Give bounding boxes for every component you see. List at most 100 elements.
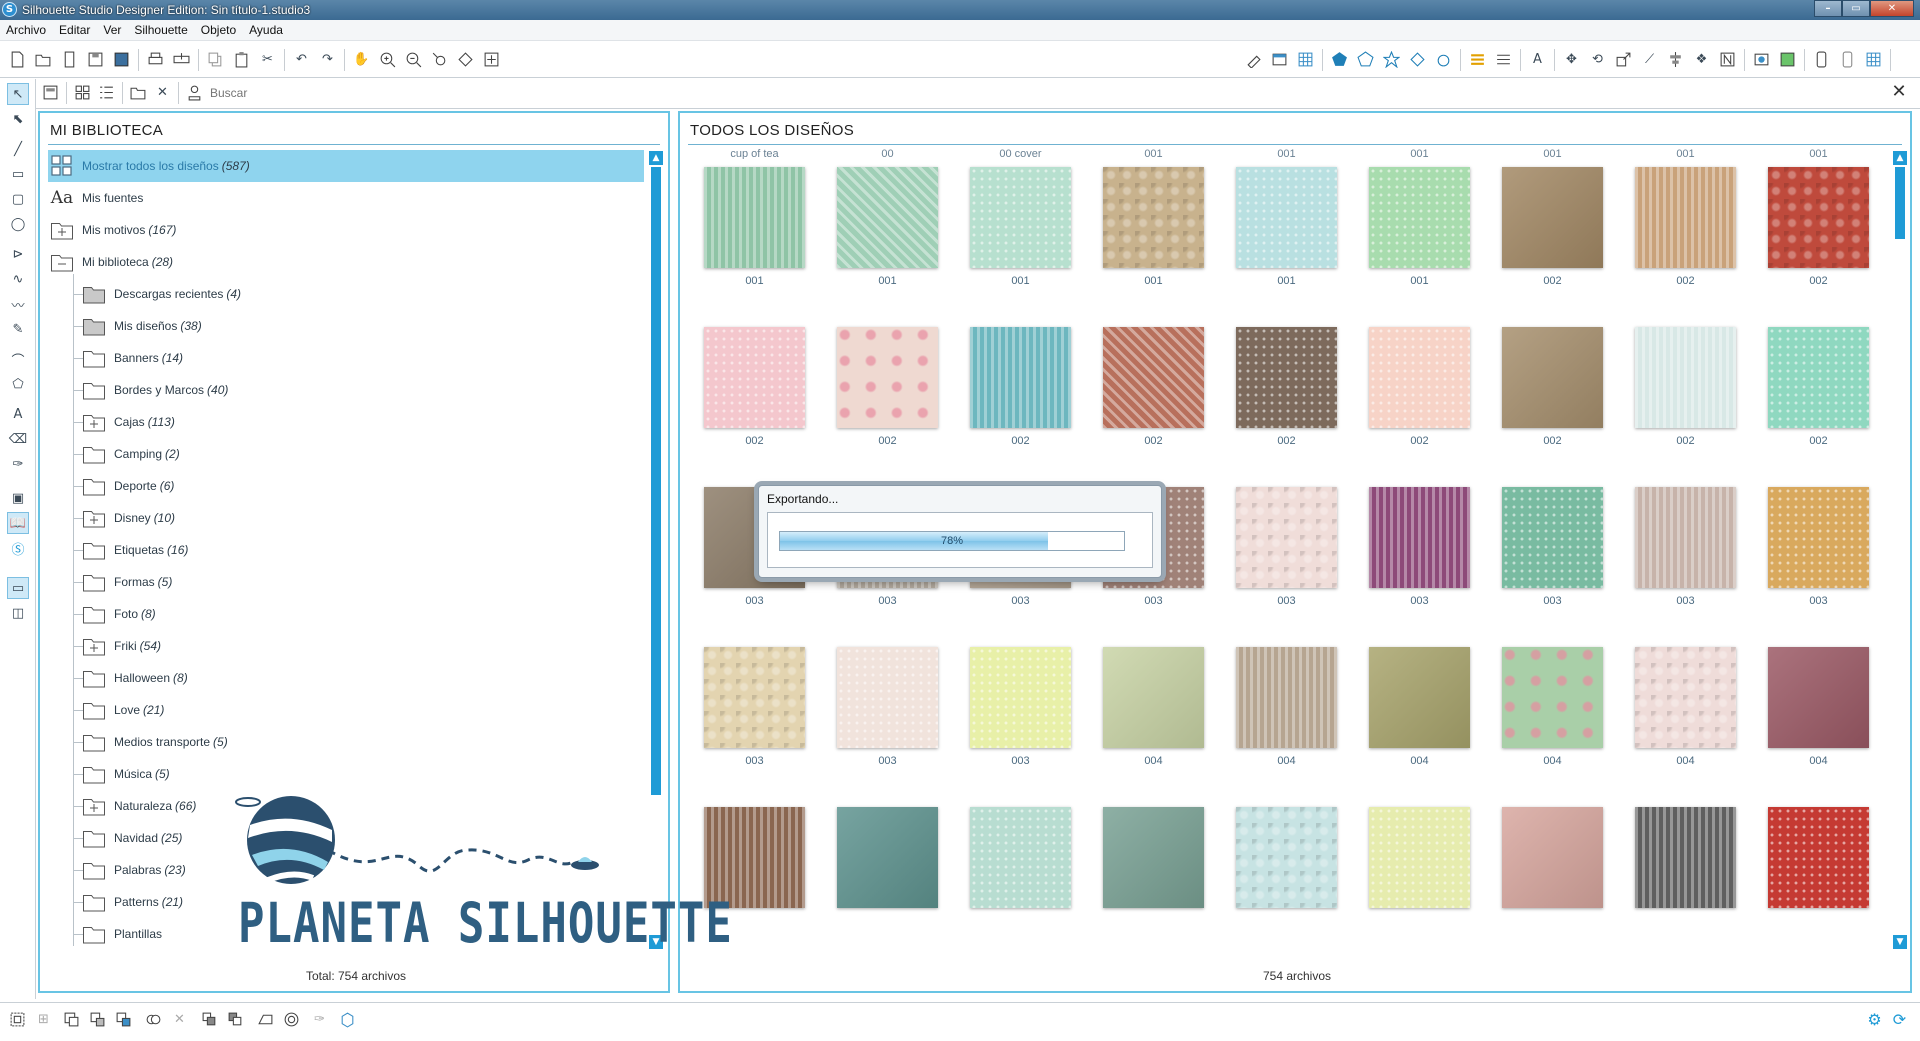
design-thumbnail[interactable] [970,807,1071,908]
design-thumbnail[interactable] [1369,487,1470,588]
design-tile[interactable]: 002 [1752,149,1884,309]
eraser-tool-left-icon[interactable]: ⌫ [7,428,29,450]
rectangle-tool-icon[interactable]: ▭ [7,163,29,185]
design-tile[interactable]: 001 [954,149,1087,309]
design-thumbnail[interactable] [970,167,1071,268]
knife-bottom-icon[interactable]: ✑ [309,1009,330,1030]
folder-deporte[interactable]: Deporte (6) [80,470,640,502]
line-style-icon[interactable] [1467,49,1488,70]
cut-settings-icon[interactable] [1837,49,1858,70]
design-tile[interactable]: 002 [1619,309,1752,469]
ungroup-icon[interactable]: ⊞ [33,1009,54,1030]
design-thumbnail[interactable] [1635,487,1736,588]
folder-camping[interactable]: Camping (2) [80,438,640,470]
design-thumbnail[interactable] [1768,167,1869,268]
design-thumbnail[interactable] [1369,167,1470,268]
folder-foto[interactable]: Foto (8) [80,598,640,630]
single-panel-icon[interactable]: ▭ [7,577,29,599]
design-thumbnail[interactable] [704,647,805,748]
line-pentagon-icon[interactable] [1355,49,1376,70]
zoom-in-icon[interactable] [377,49,398,70]
design-thumbnail[interactable] [837,167,938,268]
folder-mis-dise-os[interactable]: Mis diseños (38) [80,310,640,342]
line-thickness-icon[interactable] [1493,49,1514,70]
folder-friki[interactable]: Friki (54) [80,630,640,662]
design-thumbnail[interactable] [1502,167,1603,268]
design-thumbnail[interactable] [1635,807,1736,908]
regular-polygon-icon[interactable]: ⬠ [7,373,29,395]
design-tile[interactable]: 004 [1486,629,1619,789]
send-icon[interactable] [1811,49,1832,70]
copy-icon[interactable] [205,49,226,70]
design-thumbnail[interactable] [1369,807,1470,908]
design-tile[interactable]: 002 [688,309,821,469]
store-icon[interactable]: Ⓢ [7,537,29,559]
menu-objeto[interactable]: Objeto [201,23,236,37]
folder-halloween[interactable]: Halloween (8) [80,662,640,694]
design-tile[interactable] [954,789,1087,949]
design-tile[interactable]: 001 [1087,149,1220,309]
save-library-icon[interactable] [111,49,132,70]
design-thumbnail[interactable] [1502,807,1603,908]
open-template-icon[interactable] [59,49,80,70]
gradient-star-icon[interactable] [1381,49,1402,70]
curve-tool-icon[interactable]: ∿ [7,268,29,290]
minimize-button[interactable]: – [1814,0,1842,17]
library-scroll-thumb[interactable] [651,167,661,795]
pan-hand-icon[interactable]: ✋ [351,49,372,70]
design-thumbnail[interactable] [1236,647,1337,748]
open-folder-icon[interactable] [33,49,54,70]
design-tile[interactable]: 001 [1353,149,1486,309]
scroll-down-arrow-icon[interactable]: ▼ [649,935,663,949]
user-account-icon[interactable] [184,82,205,103]
offset-shape-icon[interactable] [255,1009,276,1030]
design-tile[interactable]: 003 [954,629,1087,789]
design-tile[interactable]: 003 [1752,469,1884,629]
library-item-mi-biblioteca[interactable]: Mi biblioteca (28) [48,246,644,278]
folder-patterns[interactable]: Patterns (21) [80,886,640,918]
design-tile[interactable]: 002 [1486,149,1619,309]
freehand-tool-icon[interactable]: 〰 [7,293,29,315]
design-tile[interactable]: 002 [1220,309,1353,469]
list-view-icon[interactable] [96,82,117,103]
design-thumbnail[interactable] [837,327,938,428]
design-tile[interactable]: 003 [821,629,954,789]
design-tile[interactable] [1619,789,1752,949]
line-tool-icon[interactable]: ╱ [7,138,29,160]
print-cut-icon[interactable] [1777,49,1798,70]
close-window-button[interactable]: ✕ [1870,0,1914,17]
design-tile[interactable]: 004 [1087,629,1220,789]
design-thumbnail[interactable] [704,327,805,428]
folder-palabras[interactable]: Palabras (23) [80,854,640,886]
zoom-page-icon[interactable] [481,49,502,70]
design-tile[interactable]: 003 [1486,469,1619,629]
weld-icon[interactable] [143,1009,164,1030]
design-thumbnail[interactable] [1103,327,1204,428]
design-tile[interactable] [1353,789,1486,949]
text-tool-icon[interactable]: A [7,403,29,425]
menu-archivo[interactable]: Archivo [6,23,46,37]
design-thumbnail[interactable] [1236,167,1337,268]
arc-tool-icon[interactable]: ⌒ [7,348,29,370]
save-icon[interactable] [85,49,106,70]
design-thumbnail[interactable] [837,647,938,748]
design-thumbnail[interactable] [837,807,938,908]
scale-icon[interactable] [1613,49,1634,70]
design-tile[interactable]: 003 [1220,469,1353,629]
design-thumbnail[interactable] [1236,807,1337,908]
design-tile[interactable]: 003 [1619,469,1752,629]
design-thumbnail[interactable] [1369,327,1470,428]
design-tile[interactable] [1087,789,1220,949]
new-document-icon[interactable] [7,49,28,70]
folder-love[interactable]: Love (21) [80,694,640,726]
menu-ayuda[interactable]: Ayuda [249,23,283,37]
design-tile[interactable]: 004 [1353,629,1486,789]
design-tile[interactable]: 001 [688,149,821,309]
trace-icon[interactable] [1751,49,1772,70]
settings-gear-icon[interactable]: ⚙ [1864,1009,1885,1030]
design-thumbnail[interactable] [970,647,1071,748]
folder-etiquetas[interactable]: Etiquetas (16) [80,534,640,566]
design-tile[interactable]: 002 [1486,309,1619,469]
design-thumbnail[interactable] [1502,487,1603,588]
design-thumbnail[interactable] [1236,327,1337,428]
